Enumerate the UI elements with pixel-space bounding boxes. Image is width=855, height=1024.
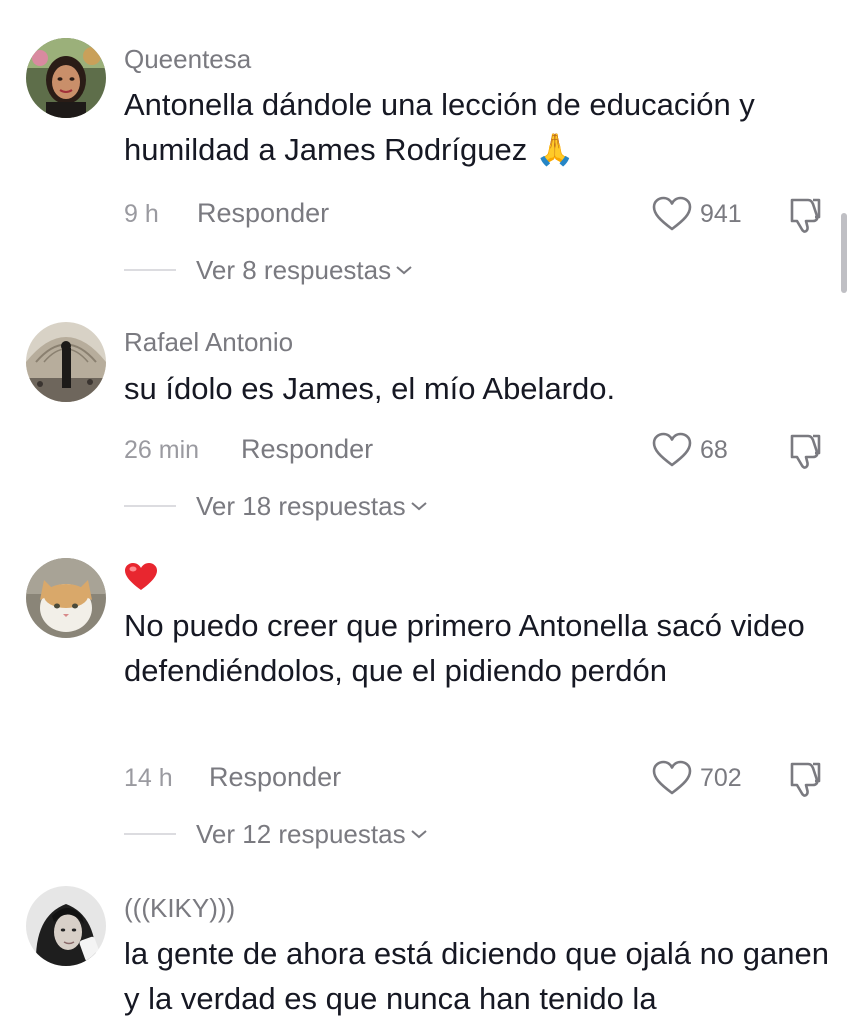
reply-button[interactable]: Responder <box>241 434 373 465</box>
chevron-down-icon <box>410 830 427 839</box>
avatar[interactable] <box>26 558 106 638</box>
comment-meta: 9 h Responder 941 <box>124 194 830 234</box>
comment-meta: 14 h Responder 702 <box>124 758 830 798</box>
comment-text: No puedo creer que primero Antonella sac… <box>124 608 805 688</box>
comment-username[interactable]: Rafael Antonio <box>124 327 293 358</box>
like-button[interactable]: 702 <box>652 758 742 798</box>
like-count: 702 <box>700 763 742 792</box>
comment-text: Antonella dándole una lección de educaci… <box>124 87 755 167</box>
comment-username[interactable] <box>124 562 158 597</box>
avatar-image <box>26 38 106 118</box>
avatar[interactable] <box>26 886 106 966</box>
comment-time: 9 h <box>124 200 159 228</box>
like-count: 941 <box>700 199 742 228</box>
replies-divider <box>124 269 176 271</box>
view-replies-label: Ver 12 respuestas <box>196 818 406 849</box>
reply-button[interactable]: Responder <box>209 762 341 793</box>
comment-meta: 26 min Responder 68 <box>124 430 830 470</box>
thumbs-down-icon[interactable] <box>784 432 824 470</box>
avatar-image <box>26 558 106 638</box>
chevron-down-icon <box>396 266 412 275</box>
like-button[interactable]: 941 <box>652 194 742 234</box>
like-button[interactable]: 68 <box>652 430 728 470</box>
thumbs-down-icon[interactable] <box>784 196 824 234</box>
heart-outline-icon <box>652 196 692 231</box>
view-replies-button[interactable]: Ver 12 respuestas <box>124 816 428 852</box>
comment-text: la gente de ahora está diciendo que ojal… <box>124 936 829 1016</box>
replies-divider <box>124 505 176 507</box>
avatar-image <box>26 322 106 402</box>
avatar[interactable] <box>26 322 106 402</box>
comment-time: 14 h <box>124 764 173 792</box>
view-replies-button[interactable]: Ver 8 respuestas <box>124 252 413 288</box>
avatar-image <box>26 886 106 966</box>
heart-emoji-icon <box>125 563 157 590</box>
replies-divider <box>124 833 176 835</box>
like-count: 68 <box>700 435 728 464</box>
comment-time: 26 min <box>124 436 200 464</box>
view-replies-label: Ver 18 respuestas <box>196 490 406 521</box>
view-replies-label: Ver 8 respuestas <box>196 254 392 285</box>
avatar[interactable] <box>26 38 106 118</box>
heart-outline-icon <box>652 760 692 795</box>
scrollbar[interactable] <box>841 213 847 293</box>
comment-text: su ídolo es James, el mío Abelardo. <box>124 371 616 406</box>
comment-username[interactable]: (((KIKY))) <box>124 893 235 924</box>
comment-username[interactable]: Queentesa <box>124 44 251 75</box>
thumbs-down-icon[interactable] <box>784 760 824 798</box>
chevron-down-icon <box>410 502 427 511</box>
view-replies-button[interactable]: Ver 18 respuestas <box>124 488 428 524</box>
reply-button[interactable]: Responder <box>197 198 329 229</box>
heart-outline-icon <box>652 432 692 467</box>
